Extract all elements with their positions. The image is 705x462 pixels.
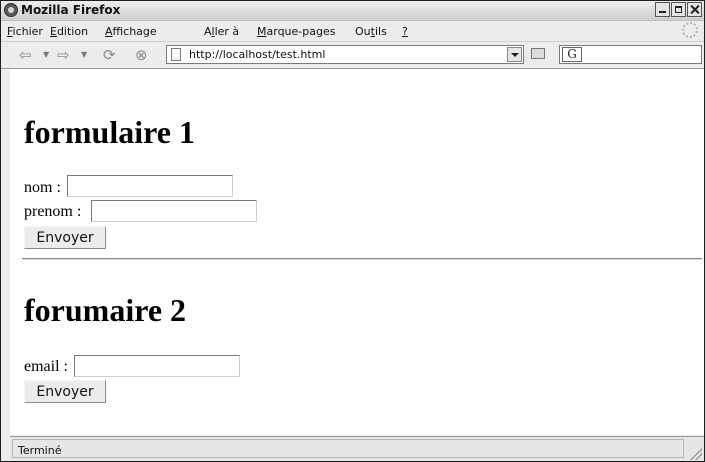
minimize-icon[interactable] <box>655 2 670 17</box>
title-bar: Mozilla Firefox <box>1 1 704 21</box>
search-bar[interactable]: G <box>559 45 702 64</box>
menu-outils[interactable]: Outils <box>355 25 387 38</box>
menu-marque-pages[interactable]: Marque-pages <box>257 25 335 38</box>
stop-icon[interactable]: ⊗ <box>135 47 148 63</box>
status-bar: Terminé <box>10 436 704 461</box>
firefox-logo-icon <box>4 3 18 17</box>
email-input[interactable] <box>74 355 240 377</box>
nom-input[interactable] <box>67 175 233 197</box>
maximize-icon[interactable] <box>671 2 686 17</box>
forward-arrow-icon[interactable]: ⇨ <box>57 47 70 63</box>
url-history-dropdown-icon[interactable] <box>507 47 522 62</box>
prenom-label: prenom : <box>24 203 82 220</box>
back-arrow-icon[interactable]: ⇦ <box>19 47 32 63</box>
firefox-window: Mozilla Firefox Fichier Edition Affichag… <box>0 0 705 462</box>
nom-label: nom : <box>24 179 61 196</box>
status-panel: Terminé <box>12 439 684 458</box>
close-icon[interactable] <box>687 2 702 17</box>
forward-dropdown-icon[interactable]: ▼ <box>81 50 87 59</box>
window-title: Mozilla Firefox <box>21 3 121 17</box>
url-bar[interactable]: http://localhost/test.html <box>166 45 524 64</box>
form1-submit-button[interactable]: Envoyer <box>24 226 106 249</box>
back-dropdown-icon[interactable]: ▼ <box>43 50 49 59</box>
menu-aide[interactable]: ? <box>402 25 408 38</box>
form1-heading: formulaire 1 <box>24 114 195 150</box>
menu-fichier[interactable]: Fichier <box>7 25 43 38</box>
search-engine-icon[interactable]: G <box>562 47 582 62</box>
menu-edition[interactable]: Edition <box>50 25 88 38</box>
page-icon <box>171 48 181 61</box>
navigation-toolbar: ⇦ ▼ ⇨ ▼ ⟳ ⊗ http://localhost/test.html G <box>1 42 704 69</box>
window-controls <box>655 2 702 19</box>
reload-icon[interactable]: ⟳ <box>103 47 116 63</box>
menu-aller[interactable]: Aller à <box>204 25 239 38</box>
page-content: formulaire 1 nom : prenom : Envoyer foru… <box>10 69 704 435</box>
status-text: Terminé <box>18 444 62 457</box>
horizontal-rule <box>22 258 702 260</box>
throbber-icon <box>682 22 698 38</box>
email-label: email : <box>24 358 68 375</box>
left-frame <box>1 69 10 461</box>
prenom-input[interactable] <box>91 200 257 222</box>
form2-submit-button[interactable]: Envoyer <box>24 380 106 403</box>
go-icon[interactable] <box>531 48 545 59</box>
menu-affichage[interactable]: Affichage <box>105 25 157 38</box>
url-text[interactable]: http://localhost/test.html <box>189 48 325 61</box>
resize-grip-icon[interactable] <box>690 448 702 460</box>
form2-heading: forumaire 2 <box>24 292 187 328</box>
menu-bar: Fichier Edition Affichage Aller à Marque… <box>1 21 704 42</box>
